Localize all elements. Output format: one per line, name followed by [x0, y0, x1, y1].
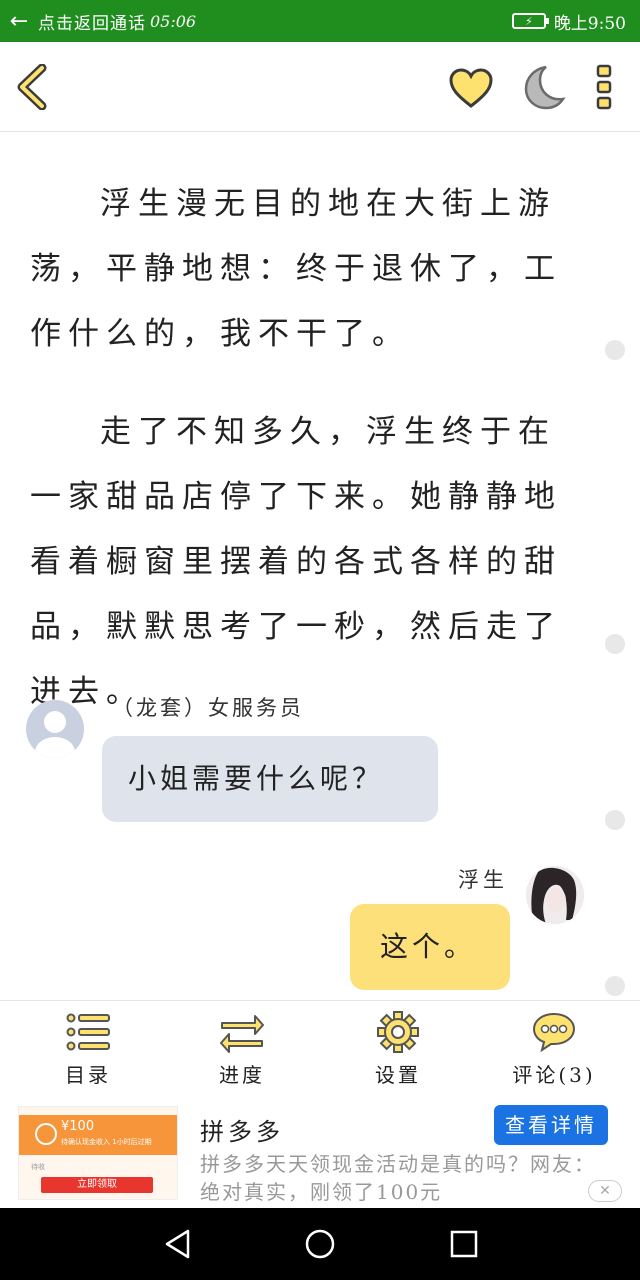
menu-table-of-contents[interactable]: 目录 — [28, 1001, 148, 1097]
menu-label: 进度 — [219, 1063, 265, 1087]
ad-image-button[interactable]: 立即领取 — [41, 1177, 153, 1193]
comment-bubble-icon — [532, 1012, 576, 1053]
gear-icon — [377, 1011, 419, 1053]
ad-image-amount: ¥100 — [61, 1119, 95, 1134]
story-content[interactable]: 浮生漫无目的地在大街上游荡，平静地想：终于退休了，工作什么的，我不干了。 走了不… — [0, 132, 640, 1000]
reader-bottom-menu: 目录 进度 设置 评论(3) — [0, 1000, 640, 1096]
menu-settings[interactable]: 设置 — [338, 1001, 458, 1097]
moon-icon[interactable] — [520, 64, 566, 110]
back-triangle-icon[interactable] — [160, 1226, 196, 1262]
return-call-hint[interactable]: 点击返回通话 — [38, 9, 146, 34]
story-paragraph: 浮生漫无目的地在大街上游荡，平静地想：终于退休了，工作什么的，我不干了。 — [30, 186, 562, 352]
speaker-name-waitress: （龙套）女服务员 — [112, 696, 304, 720]
status-bar: ← 点击返回通话 05:06 ⚡ 晚上9:50 — [0, 0, 640, 42]
story-paragraph: 走了不知多久，浮生终于在一家甜品店停了下来。她静静地看着橱窗里摆着的各式各样的甜… — [30, 414, 562, 710]
home-circle-icon[interactable] — [302, 1226, 338, 1262]
chat-bubble-left: 小姐需要什么呢？ — [102, 736, 438, 822]
paragraph-comment-dot[interactable] — [605, 634, 625, 654]
ad-close-button[interactable]: ✕ — [588, 1180, 622, 1202]
ad-banner[interactable]: ¥100 待确认现金收入 1小时后过期 待收 立即领取 拼多多 拼多多天天领现金… — [0, 1096, 640, 1208]
heart-icon[interactable] — [448, 67, 494, 109]
status-right: ⚡ 晚上9:50 — [511, 0, 626, 42]
default-user-icon — [35, 711, 75, 758]
return-arrow-icon[interactable]: ← — [0, 9, 38, 34]
menu-progress[interactable]: 进度 — [182, 1001, 302, 1097]
ad-image[interactable]: ¥100 待确认现金收入 1小时后过期 待收 立即领取 — [18, 1106, 178, 1200]
speaker-name-fusheng: 浮生 — [458, 868, 508, 892]
ad-title[interactable]: 拼多多 — [200, 1112, 284, 1147]
ad-description[interactable]: 拼多多天天领现金活动是真的吗？网友：绝对真实，刚领了100元 — [200, 1150, 600, 1206]
chat-bubble-right: 这个。 — [350, 904, 510, 990]
back-chevron-icon[interactable] — [14, 64, 54, 110]
menu-label: 目录 — [65, 1063, 111, 1087]
character-portrait-icon — [526, 866, 584, 924]
avatar-waitress[interactable] — [26, 700, 84, 758]
paragraph-comment-dot[interactable] — [605, 810, 625, 830]
avatar-fusheng[interactable] — [526, 866, 584, 924]
system-nav-bar — [0, 1208, 640, 1280]
clock: 晚上9:50 — [553, 13, 626, 34]
paragraph-comment-dot[interactable] — [605, 340, 625, 360]
menu-label: 评论(3) — [512, 1063, 596, 1087]
coin-icon — [35, 1123, 57, 1145]
ad-view-details-button[interactable]: 查看详情 — [494, 1105, 608, 1145]
paragraph-comment-dot[interactable] — [605, 976, 625, 996]
menu-label: 设置 — [375, 1063, 421, 1087]
swap-arrows-icon — [220, 1015, 264, 1053]
call-timer: 05:06 — [150, 11, 197, 31]
list-icon — [66, 1013, 110, 1051]
recent-square-icon[interactable] — [446, 1226, 482, 1262]
menu-comments[interactable]: 评论(3) — [494, 1001, 614, 1097]
reader-toolbar — [0, 42, 640, 132]
battery-icon: ⚡ — [511, 13, 549, 29]
ad-image-subtitle: 待确认现金收入 1小时后过期 — [61, 1138, 152, 1146]
ad-image-note: 待收 — [31, 1163, 45, 1171]
more-vertical-icon[interactable] — [594, 64, 614, 110]
